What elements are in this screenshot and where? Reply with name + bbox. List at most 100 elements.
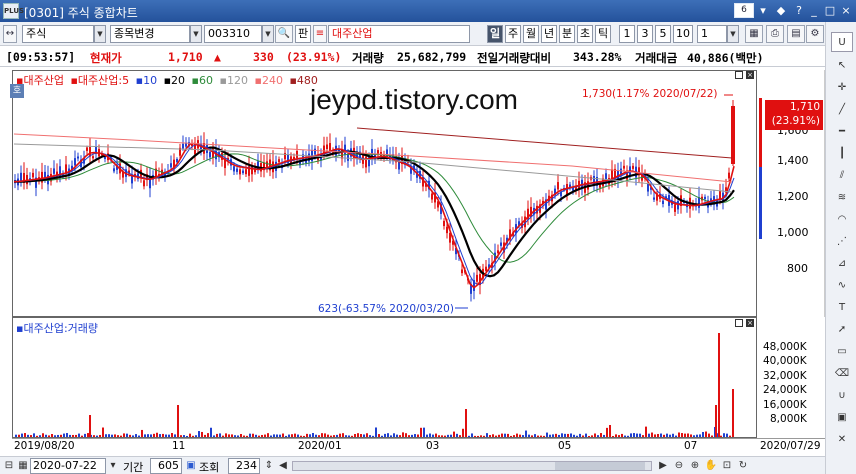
tool-delete-icon[interactable]: ✕: [831, 430, 853, 450]
period-week-button[interactable]: 주: [505, 25, 521, 43]
volume-bar: [603, 434, 605, 437]
calendar-icon[interactable]: ▦: [16, 459, 30, 473]
scroll-left-icon[interactable]: ◀: [276, 459, 290, 473]
volume-bar: [159, 434, 161, 437]
date-input[interactable]: 2020-07-22: [30, 458, 106, 474]
pane-close-icon[interactable]: ×: [746, 71, 754, 79]
tool-hline-icon[interactable]: ━: [831, 122, 853, 142]
grid-settings-icon[interactable]: ▦: [745, 25, 763, 43]
maximize-icon[interactable]: □: [822, 3, 838, 18]
candle-body: [662, 200, 664, 204]
period-year-button[interactable]: 년: [541, 25, 557, 43]
stock-change-dropdown-icon[interactable]: ▼: [190, 25, 202, 43]
multiplier-1-button[interactable]: 1: [619, 25, 635, 43]
tool-magnet-icon[interactable]: ∪: [831, 386, 853, 406]
market-dropdown-icon[interactable]: ▼: [94, 25, 106, 43]
volume-bar: [489, 435, 491, 437]
multiplier-5-button[interactable]: 5: [655, 25, 671, 43]
expand-icon[interactable]: ↔: [3, 25, 17, 43]
price-change: 330: [253, 50, 274, 64]
legend-ma10: 10: [143, 74, 158, 87]
settings-icon[interactable]: ⚙: [806, 25, 824, 43]
candle-body: [182, 143, 184, 149]
candle-body: [461, 269, 463, 274]
multiplier-10-button[interactable]: 10: [673, 25, 693, 43]
tool-vline-icon[interactable]: ┃: [831, 144, 853, 164]
tool-cycle-icon[interactable]: ∿: [831, 276, 853, 296]
volume-bar: [225, 433, 227, 437]
pan-hand-icon[interactable]: ✋: [704, 459, 718, 473]
tool-u-button[interactable]: U: [831, 32, 853, 52]
volume-bar: [435, 433, 437, 437]
tool-channel-icon[interactable]: ⫽: [831, 166, 853, 186]
search-icon[interactable]: 🔍: [275, 25, 293, 43]
tool-rect-icon[interactable]: ▭: [831, 342, 853, 362]
volume-bar: [540, 435, 542, 437]
candle-body: [239, 169, 241, 175]
tool-fibo-icon[interactable]: ≋: [831, 188, 853, 208]
tool-erase-icon[interactable]: ⌫: [831, 364, 853, 384]
volume-pane-restore-icon[interactable]: [735, 319, 743, 327]
scroll-right-icon[interactable]: ▶: [656, 459, 670, 473]
volume-bar: [156, 432, 158, 437]
period-month-button[interactable]: 월: [523, 25, 539, 43]
zoom-in-icon[interactable]: ⊕: [688, 459, 702, 473]
judge-button[interactable]: 판: [295, 25, 311, 43]
save-icon[interactable]: ▤: [787, 25, 805, 43]
stock-code-input[interactable]: 003310: [204, 25, 262, 43]
volume-bar: [195, 435, 197, 437]
market-select[interactable]: 주식: [22, 25, 94, 43]
volume-chart[interactable]: [12, 317, 757, 438]
link-number-box[interactable]: 6: [734, 3, 754, 18]
candle-body: [581, 179, 583, 188]
pane-restore-icon[interactable]: [735, 71, 743, 79]
multiplier-3-button[interactable]: 3: [637, 25, 653, 43]
tool-fan-icon[interactable]: ⋰: [831, 232, 853, 252]
minimize-icon[interactable]: _: [806, 3, 822, 18]
volume-bar: [549, 434, 551, 437]
scroll-lock-icon[interactable]: ⊟: [2, 459, 16, 473]
select-range-icon[interactable]: ⊡: [720, 459, 734, 473]
stock-code-dropdown-icon[interactable]: ▼: [262, 25, 274, 43]
period-day-button[interactable]: 일: [487, 25, 503, 43]
period-input[interactable]: 605: [150, 458, 182, 474]
scrollbar-thumb[interactable]: [555, 462, 645, 470]
tool-trendline-icon[interactable]: ╱: [831, 100, 853, 120]
volume-bar: [234, 435, 236, 437]
tool-arc-icon[interactable]: ◠: [831, 210, 853, 230]
volume-bar: [636, 433, 638, 437]
pin-icon[interactable]: ◆: [773, 3, 789, 18]
legend-stock-name: 대주산업: [23, 74, 64, 87]
dropdown-icon[interactable]: ▾: [755, 3, 771, 18]
tool-lock-icon[interactable]: ▣: [831, 408, 853, 428]
volume-bar: [498, 434, 500, 437]
close-icon[interactable]: ×: [838, 3, 854, 18]
unit-input[interactable]: 1: [697, 25, 727, 43]
zoom-out-icon[interactable]: ⊖: [672, 459, 686, 473]
tool-crosshair-icon[interactable]: ✛: [831, 78, 853, 98]
query-input[interactable]: 234: [228, 458, 260, 474]
unit-dropdown-icon[interactable]: ▼: [727, 25, 739, 43]
tool-pointer-icon[interactable]: ↖: [831, 56, 853, 76]
query-icon[interactable]: ▣: [184, 459, 198, 473]
volume-bar: [552, 434, 554, 437]
horizontal-scrollbar[interactable]: [292, 461, 652, 471]
print-icon[interactable]: ⎙: [766, 25, 784, 43]
stock-change-select[interactable]: 종목변경: [110, 25, 190, 43]
period-second-button[interactable]: 초: [577, 25, 593, 43]
volume-pane-close-icon[interactable]: ×: [746, 319, 754, 327]
tool-text-icon[interactable]: T: [831, 298, 853, 318]
period-tick-button[interactable]: 틱: [595, 25, 611, 43]
date-dropdown-icon[interactable]: ▾: [106, 459, 120, 473]
period-minute-button[interactable]: 분: [559, 25, 575, 43]
help-icon[interactable]: ?: [791, 3, 807, 18]
candle-body: [344, 144, 346, 155]
tool-arrow-icon[interactable]: ➚: [831, 320, 853, 340]
volume-bar: [708, 433, 710, 437]
tool-gann-icon[interactable]: ⊿: [831, 254, 853, 274]
refresh-icon[interactable]: ↻: [736, 459, 750, 473]
volume-bar: [15, 434, 17, 437]
quote-side-tab[interactable]: 호: [10, 84, 24, 98]
volume-bar: [291, 434, 293, 437]
query-spin-icon[interactable]: ⇕: [262, 459, 276, 473]
